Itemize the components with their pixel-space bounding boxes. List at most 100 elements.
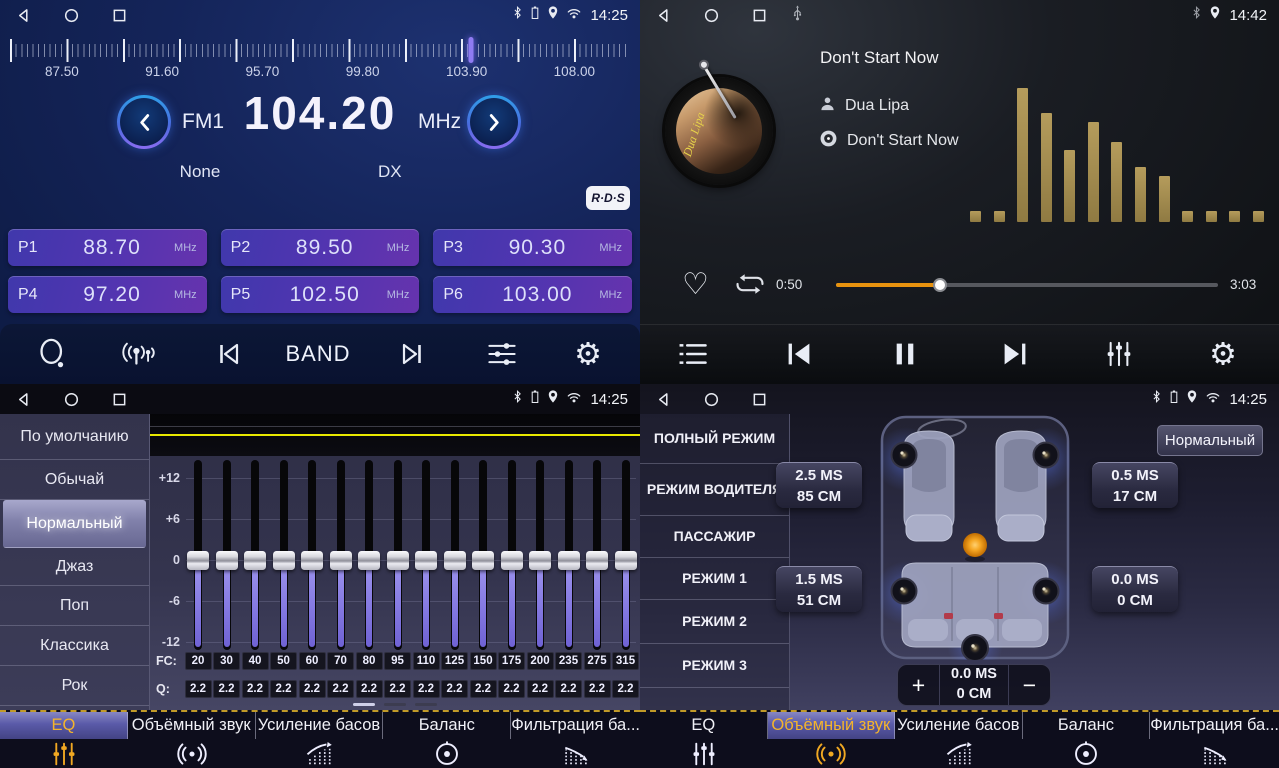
nav-back-icon[interactable] (656, 8, 671, 23)
mode-3[interactable]: РЕЖИМ 3 (640, 644, 789, 688)
delay-rear-left-button[interactable]: 1.5 MS 51 CM (776, 566, 862, 612)
eq-slider-knob[interactable] (216, 551, 238, 570)
nav-home-icon[interactable] (704, 8, 719, 23)
tuning-ruler[interactable] (10, 37, 630, 63)
q-value-chip[interactable]: 2.2 (299, 680, 326, 698)
next-track-icon[interactable] (996, 340, 1035, 369)
eq-band-slider[interactable] (393, 460, 403, 650)
fc-value-chip[interactable]: 20 (185, 652, 212, 670)
q-value-chip[interactable]: 2.2 (441, 680, 468, 698)
tab-surround[interactable]: Объёмный звук (768, 712, 896, 768)
subwoofer-delay-value[interactable]: 0.0 MS 0 CM (940, 665, 1008, 705)
q-value-chip[interactable]: 2.2 (612, 680, 639, 698)
eq-band-slider[interactable] (592, 460, 602, 650)
eq-band-slider[interactable] (450, 460, 460, 650)
tab-balance[interactable]: Баланс (383, 712, 511, 768)
eq-band-slider[interactable] (193, 460, 203, 650)
q-value-chip[interactable]: 2.2 (270, 680, 297, 698)
eq-band-slider[interactable] (564, 460, 574, 650)
settings-gear-icon[interactable]: ⚙ (568, 338, 608, 371)
tab-balance[interactable]: Баланс (1023, 712, 1151, 768)
eq-slider-knob[interactable] (501, 551, 523, 570)
nav-recents-icon[interactable] (112, 392, 127, 407)
nav-home-icon[interactable] (704, 392, 719, 407)
progress-bar[interactable] (836, 283, 1218, 287)
fc-value-chip[interactable]: 30 (213, 652, 240, 670)
q-value-chip[interactable]: 2.2 (470, 680, 497, 698)
eq-band-slider[interactable] (336, 460, 346, 650)
nav-back-icon[interactable] (16, 8, 31, 23)
audio-settings-icon[interactable] (1099, 340, 1139, 368)
eq-preset-classic[interactable]: Классика (0, 626, 149, 666)
preset-p6[interactable]: P6103.00MHz (433, 276, 632, 313)
eq-slider-knob[interactable] (444, 551, 466, 570)
eq-preset-jazz[interactable]: Джаз (0, 548, 149, 586)
q-value-chip[interactable]: 2.2 (527, 680, 554, 698)
scan-icon[interactable] (32, 337, 74, 371)
mode-passenger[interactable]: ПАССАЖИР (640, 516, 789, 558)
eq-slider-knob[interactable] (330, 551, 352, 570)
eq-band-slider[interactable] (535, 460, 545, 650)
eq-preset-normal[interactable]: Нормальный (3, 500, 146, 548)
nav-home-icon[interactable] (64, 8, 79, 23)
pause-icon[interactable] (888, 340, 923, 369)
fc-value-chip[interactable]: 70 (327, 652, 354, 670)
favorite-heart-icon[interactable]: ♡ (676, 266, 715, 303)
q-value-chip[interactable]: 2.2 (185, 680, 212, 698)
eq-band-slider[interactable] (364, 460, 374, 650)
q-value-chip[interactable]: 2.2 (498, 680, 525, 698)
eq-band-slider[interactable] (621, 460, 631, 650)
mode-1[interactable]: РЕЖИМ 1 (640, 558, 789, 600)
tune-down-button[interactable] (117, 95, 171, 149)
delay-rear-right-button[interactable]: 0.0 MS 0 CM (1092, 566, 1178, 612)
fc-value-chip[interactable]: 95 (384, 652, 411, 670)
fc-value-chip[interactable]: 200 (527, 652, 554, 670)
delay-front-left-button[interactable]: 2.5 MS 85 CM (776, 462, 862, 508)
fc-value-chip[interactable]: 50 (270, 652, 297, 670)
eq-band-slider[interactable] (307, 460, 317, 650)
mode-2[interactable]: РЕЖИМ 2 (640, 600, 789, 644)
eq-preset-default[interactable]: По умолчанию (0, 414, 149, 460)
preset-p5[interactable]: P5102.50MHz (221, 276, 420, 313)
settings-gear-icon[interactable]: ⚙ (1203, 338, 1243, 371)
fc-value-chip[interactable]: 40 (242, 652, 269, 670)
preset-p1[interactable]: P188.70MHz (8, 229, 207, 266)
q-value-chip[interactable]: 2.2 (555, 680, 582, 698)
previous-track-icon[interactable] (780, 340, 819, 369)
fc-value-chip[interactable]: 315 (612, 652, 639, 670)
fc-value-chip[interactable]: 125 (441, 652, 468, 670)
repeat-icon[interactable] (728, 270, 772, 301)
tab-filter[interactable]: Фильтрация ба... (1150, 712, 1279, 768)
q-value-chip[interactable]: 2.2 (213, 680, 240, 698)
delay-minus-button[interactable]: − (1008, 665, 1050, 705)
eq-slider-knob[interactable] (529, 551, 551, 570)
fc-value-chip[interactable]: 60 (299, 652, 326, 670)
fc-value-chip[interactable]: 175 (498, 652, 525, 670)
eq-band-slider[interactable] (279, 460, 289, 650)
eq-slider-knob[interactable] (415, 551, 437, 570)
eq-slider-knob[interactable] (558, 551, 580, 570)
eq-slider-knob[interactable] (472, 551, 494, 570)
tab-filter[interactable]: Фильтрация ба... (511, 712, 640, 768)
delay-plus-button[interactable]: + (898, 665, 940, 705)
eq-slider-knob[interactable] (586, 551, 608, 570)
eq-preset-pop[interactable]: Поп (0, 586, 149, 626)
q-value-chip[interactable]: 2.2 (242, 680, 269, 698)
mode-full[interactable]: ПОЛНЫЙ РЕЖИМ (640, 414, 789, 464)
eq-slider-knob[interactable] (301, 551, 323, 570)
previous-station-icon[interactable] (210, 340, 248, 368)
eq-slider-knob[interactable] (387, 551, 409, 570)
nav-recents-icon[interactable] (752, 392, 767, 407)
eq-band-slider[interactable] (507, 460, 517, 650)
nav-recents-icon[interactable] (112, 8, 127, 23)
fc-value-chip[interactable]: 110 (413, 652, 440, 670)
tab-eq[interactable]: EQ (0, 712, 128, 768)
fc-value-chip[interactable]: 275 (584, 652, 611, 670)
tab-eq[interactable]: EQ (640, 712, 768, 768)
nav-back-icon[interactable] (656, 392, 671, 407)
q-value-chip[interactable]: 2.2 (356, 680, 383, 698)
band-button[interactable]: BAND (279, 340, 356, 368)
eq-slider-knob[interactable] (273, 551, 295, 570)
eq-slider-knob[interactable] (244, 551, 266, 570)
eq-band-slider[interactable] (250, 460, 260, 650)
